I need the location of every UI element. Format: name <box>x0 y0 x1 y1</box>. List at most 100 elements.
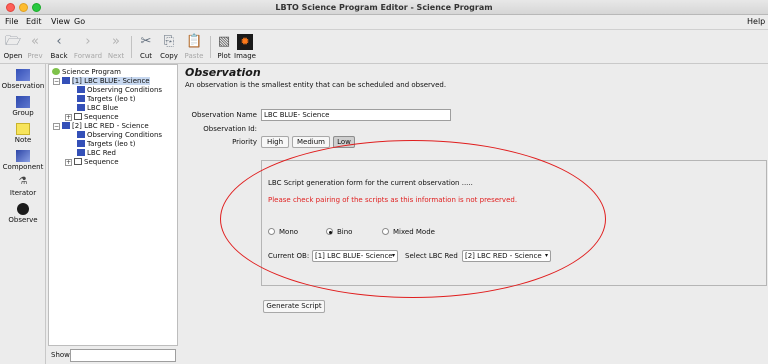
show-input[interactable] <box>70 349 176 362</box>
paste-label: Paste <box>184 52 204 60</box>
instrument-icon <box>77 149 85 156</box>
menu-file[interactable]: File <box>5 17 18 26</box>
annotation-ellipse <box>220 140 606 298</box>
targets-icon <box>77 140 85 147</box>
sequence-icon <box>74 158 82 165</box>
plot-button[interactable]: ▧ Plot <box>215 34 233 60</box>
cut-button[interactable]: ✂ Cut <box>136 34 156 60</box>
tree-node-obs2-sequence[interactable]: + Sequence <box>65 158 119 167</box>
tree-node-obs2-instrument[interactable]: LBC Red <box>77 149 116 158</box>
tree-node-obs1-targets[interactable]: Targets (leo t) <box>77 95 136 104</box>
expand-icon[interactable]: + <box>65 114 72 121</box>
toolbar-separator <box>131 36 132 58</box>
palette-observe[interactable]: Observe <box>0 203 46 224</box>
expand-icon[interactable]: + <box>65 159 72 166</box>
tree-label: LBC Blue <box>87 104 119 112</box>
tree-label: Targets (leo t) <box>87 140 136 148</box>
tree-label: LBC Red <box>87 149 116 157</box>
program-tree: Science Program − [1] LBC BLUE- Science O… <box>48 64 178 346</box>
plot-label: Plot <box>217 52 231 60</box>
tree-obs2-label: [2] LBC RED - Science <box>72 122 149 130</box>
sequence-icon <box>74 113 82 120</box>
menu-help[interactable]: Help <box>747 17 765 26</box>
priority-label: Priority <box>232 138 257 146</box>
priority-high-button[interactable]: High <box>261 136 289 148</box>
tree-label: Sequence <box>84 158 119 166</box>
menu-view[interactable]: View <box>51 17 70 26</box>
collapse-icon[interactable]: − <box>53 78 60 85</box>
tree-node-obs1-conditions[interactable]: Observing Conditions <box>77 86 162 95</box>
tree-obs1-label: [1] LBC BLUE- Science <box>72 77 150 85</box>
observation-id-label: Observation Id: <box>203 125 257 133</box>
image-icon: ✹ <box>237 34 253 50</box>
close-window-button[interactable] <box>6 3 15 12</box>
tree-node-root[interactable]: Science Program <box>52 68 121 77</box>
back-label: Back <box>50 52 68 60</box>
prev-button[interactable]: « Prev <box>25 34 45 60</box>
palette-group-label: Group <box>12 109 34 117</box>
back-button[interactable]: ‹ Back <box>47 34 71 60</box>
window-title: LBTO Science Program Editor - Science Pr… <box>275 3 493 12</box>
palette-iterator-label: Iterator <box>9 189 37 197</box>
observation-icon <box>62 77 70 84</box>
menu-go[interactable]: Go <box>74 17 85 26</box>
zoom-window-button[interactable] <box>32 3 41 12</box>
tree-node-obs2-targets[interactable]: Targets (leo t) <box>77 140 136 149</box>
chevron-right-icon: › <box>85 34 91 49</box>
toolbar-separator <box>210 36 211 58</box>
group-icon <box>16 96 30 108</box>
tree-node-obs1[interactable]: − [1] LBC BLUE- Science <box>53 77 150 86</box>
forward-button[interactable]: › Forward <box>72 34 104 60</box>
tree-label: Observing Conditions <box>87 131 163 139</box>
toolbar: 🗁 Open « Prev ‹ Back › Forward » Next ✂ … <box>0 30 768 64</box>
conditions-icon <box>77 86 85 93</box>
targets-icon <box>77 95 85 102</box>
copy-button[interactable]: ⎘ Copy <box>158 34 180 60</box>
image-label: Image <box>234 52 256 60</box>
tree-root-label: Science Program <box>62 68 121 76</box>
double-chevron-left-icon: « <box>31 34 39 49</box>
next-button[interactable]: » Next <box>105 34 127 60</box>
tree-node-obs1-instrument[interactable]: LBC Blue <box>77 104 118 113</box>
tree-node-obs2[interactable]: − [2] LBC RED - Science <box>53 122 149 131</box>
menu-edit[interactable]: Edit <box>26 17 42 26</box>
tree-label: Targets (leo t) <box>87 95 136 103</box>
observation-name-field[interactable]: LBC BLUE- Science <box>261 109 451 121</box>
copy-label: Copy <box>160 52 178 60</box>
tree-node-obs1-sequence[interactable]: + Sequence <box>65 113 119 122</box>
paste-button[interactable]: 📋 Paste <box>182 34 206 60</box>
palette-observation-label: Observation <box>1 82 45 90</box>
palette-component[interactable]: Component <box>0 150 46 171</box>
component-icon <box>16 150 30 162</box>
instrument-icon <box>77 104 85 111</box>
tree-label: Sequence <box>84 113 119 121</box>
conditions-icon <box>77 131 85 138</box>
cut-label: Cut <box>139 52 153 60</box>
observe-icon <box>17 203 29 215</box>
palette-note[interactable]: Note <box>0 123 46 144</box>
show-label: Show <box>51 351 70 359</box>
minimize-window-button[interactable] <box>19 3 28 12</box>
plot-icon: ▧ <box>217 34 231 49</box>
collapse-icon[interactable]: − <box>53 123 60 130</box>
priority-medium-button[interactable]: Medium <box>292 136 330 148</box>
palette-iterator[interactable]: ⚗ Iterator <box>0 176 46 197</box>
palette-component-label: Component <box>2 163 44 171</box>
palette-observation[interactable]: Observation <box>0 69 46 90</box>
chevron-left-icon: ‹ <box>56 34 62 49</box>
page-title: Observation <box>185 66 261 79</box>
observation-icon <box>62 122 70 129</box>
open-button[interactable]: 🗁 Open <box>2 34 24 60</box>
image-button[interactable]: ✹ Image <box>234 34 256 60</box>
palette-note-label: Note <box>14 136 32 144</box>
copy-icon: ⎘ <box>163 34 175 49</box>
page-description: An observation is the smallest entity th… <box>185 81 447 89</box>
tree-node-obs2-conditions[interactable]: Observing Conditions <box>77 131 162 140</box>
generate-script-button[interactable]: Generate Script <box>263 300 325 313</box>
forward-label: Forward <box>73 52 103 60</box>
observation-icon <box>16 69 30 81</box>
iterator-icon: ⚗ <box>18 176 28 187</box>
palette-group[interactable]: Group <box>0 96 46 117</box>
window-titlebar: LBTO Science Program Editor - Science Pr… <box>0 0 768 15</box>
component-palette: Observation Group Note Component ⚗ Itera… <box>0 64 46 364</box>
